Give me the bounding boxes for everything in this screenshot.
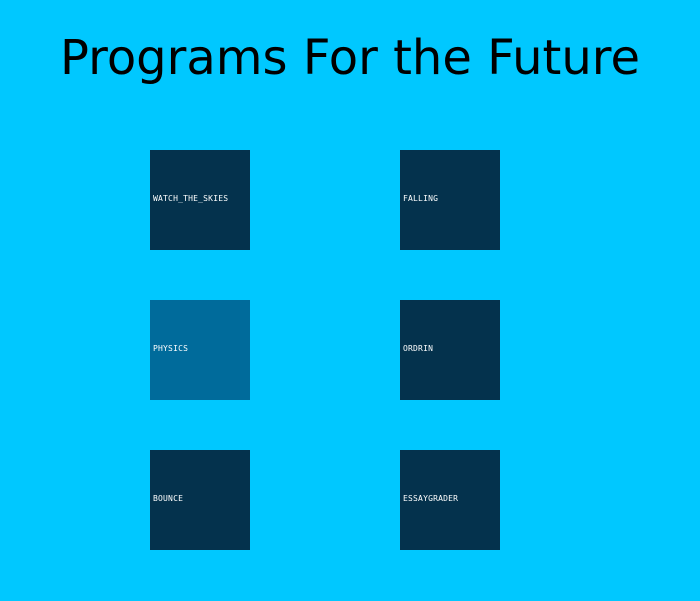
program-tile-watch-the-skies[interactable]: WATCH_THE_SKIES — [150, 150, 250, 250]
program-label: FALLING — [403, 194, 439, 203]
program-tile-falling[interactable]: FALLING — [400, 150, 500, 250]
program-label: BOUNCE — [153, 494, 184, 503]
program-tile-physics[interactable]: PHYSICS — [150, 300, 250, 400]
program-label: PHYSICS — [153, 344, 189, 353]
program-tile-ordrin[interactable]: ORDRIN — [400, 300, 500, 400]
program-label: ESSAYGRADER — [403, 494, 459, 503]
program-label: WATCH_THE_SKIES — [153, 194, 229, 203]
page-title: Programs For the Future — [60, 30, 640, 86]
program-tile-bounce[interactable]: BOUNCE — [150, 450, 250, 550]
program-tile-essaygrader[interactable]: ESSAYGRADER — [400, 450, 500, 550]
program-label: ORDRIN — [403, 344, 434, 353]
